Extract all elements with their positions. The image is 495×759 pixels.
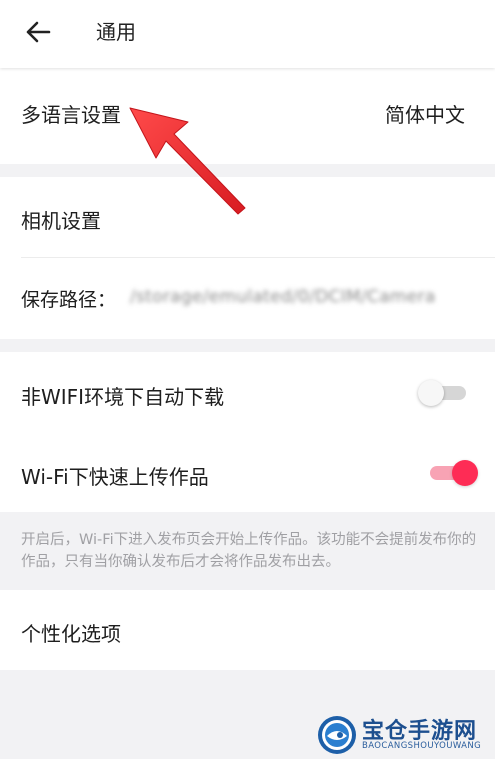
fast-upload-row: Wi-Fi下快速上传作品 bbox=[0, 432, 495, 512]
language-value: 简体中文 bbox=[385, 103, 465, 127]
network-section: 非WIFI环境下自动下载 Wi-Fi下快速上传作品 bbox=[0, 352, 495, 512]
auto-download-toggle[interactable] bbox=[418, 380, 466, 406]
fast-upload-toggle[interactable] bbox=[430, 460, 478, 486]
watermark: 宝仓手游网 BAOCANGSHOUYOUWANG bbox=[316, 714, 491, 756]
watermark-subtitle: BAOCANGSHOUYOUWANG bbox=[362, 741, 482, 751]
personalize-section: 个性化选项 bbox=[0, 590, 495, 670]
save-path-row[interactable]: 保存路径： /storage/emulated/0/DCIM/Camera bbox=[0, 258, 495, 338]
upload-note: 开启后，Wi-Fi下进入发布页会开始上传作品。该功能不会提前发布你的作品，只有当… bbox=[21, 532, 477, 570]
personalize-label: 个性化选项 bbox=[21, 622, 121, 646]
page-title: 通用 bbox=[96, 20, 136, 44]
toggle-knob bbox=[452, 460, 478, 486]
language-label: 多语言设置 bbox=[21, 103, 121, 127]
auto-download-label: 非WIFI环境下自动下载 bbox=[21, 385, 225, 409]
back-button[interactable] bbox=[18, 14, 58, 50]
auto-download-row: 非WIFI环境下自动下载 bbox=[0, 352, 495, 432]
site-logo-icon bbox=[318, 716, 356, 754]
toggle-knob bbox=[418, 380, 444, 406]
red-arrow-icon bbox=[129, 107, 246, 215]
camera-settings-label: 相机设置 bbox=[21, 209, 101, 233]
save-path-label: 保存路径： bbox=[21, 289, 117, 311]
arrow-left-icon bbox=[26, 21, 51, 43]
top-bar: 通用 bbox=[0, 0, 495, 68]
fast-upload-label: Wi-Fi下快速上传作品 bbox=[21, 465, 209, 489]
personalize-row[interactable]: 个性化选项 bbox=[0, 590, 495, 670]
save-path-value: /storage/emulated/0/DCIM/Camera bbox=[130, 287, 436, 307]
